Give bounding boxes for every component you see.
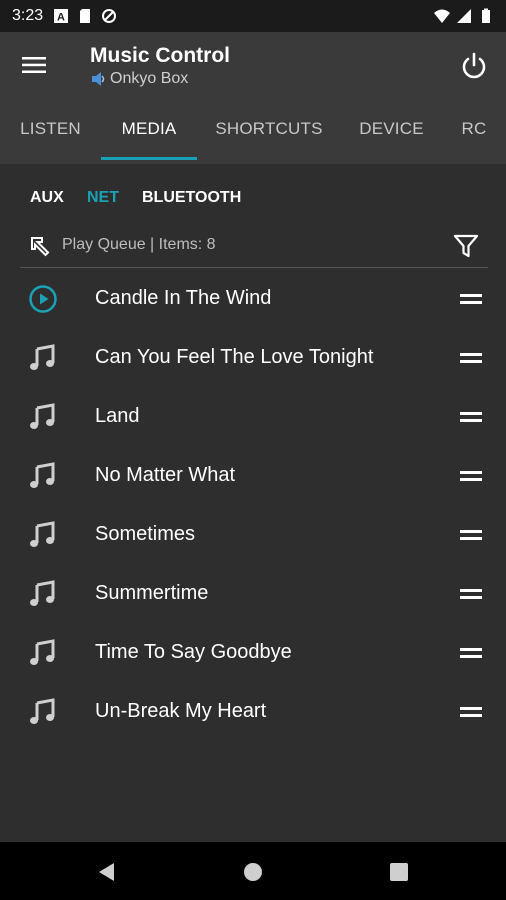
drag-handle[interactable] [460,351,484,365]
track-title: Time To Say Goodbye [95,641,292,663]
arrow-up-left-icon[interactable] [28,234,52,258]
nav-home-button[interactable] [241,860,265,884]
tab-device[interactable]: DEVICE [345,98,438,164]
drag-handle[interactable] [460,705,484,719]
battery-icon [482,8,490,23]
track-row[interactable]: Un-Break My Heart [0,683,506,742]
track-title: Un-Break My Heart [95,700,267,722]
tab-media[interactable]: MEDIA [101,98,197,164]
music-note-icon [30,403,55,429]
system-nav-bar [0,842,506,900]
input-net[interactable]: NET [87,178,119,218]
filter-icon[interactable] [452,232,480,260]
track-row[interactable]: Summertime [0,565,506,624]
music-note-icon [30,580,55,606]
track-title: Can You Feel The Love Tonight [95,346,374,368]
music-note-icon [30,698,55,724]
queue-header: Play Queue | Items: 8 [20,224,488,268]
app-bar: Music Control Onkyo Box [0,32,506,98]
tab-bar: LISTEN MEDIA SHORTCUTS DEVICE RC [0,98,506,164]
track-row[interactable]: Land [0,388,506,447]
drag-handle[interactable] [460,292,484,306]
drag-handle[interactable] [460,528,484,542]
back-icon [99,863,114,881]
drag-handle[interactable] [460,646,484,660]
menu-button[interactable] [16,49,52,81]
svg-text:A: A [57,12,65,24]
nav-recents-button[interactable] [387,860,411,884]
device-name: Onkyo Box [110,70,189,87]
play-circle-icon [29,285,57,313]
track-row[interactable]: No Matter What [0,447,506,506]
tab-listen[interactable]: LISTEN [0,98,101,164]
track-list: Candle In The Wind Can You Feel The Love… [0,270,506,742]
track-title: Candle In The Wind [95,287,272,309]
track-title: No Matter What [95,464,236,486]
sync-blocked-icon [102,9,117,23]
tab-rc[interactable]: RC [452,98,496,164]
app-title: Music Control [90,44,230,67]
input-bluetooth[interactable]: BLUETOOTH [142,178,241,218]
nav-back-button[interactable] [94,860,118,884]
music-note-icon [30,521,55,547]
music-note-icon [30,344,55,370]
track-title: Sometimes [95,523,196,545]
music-note-icon [30,639,55,665]
track-title: Summertime [95,582,209,604]
wifi-icon [434,9,450,23]
power-button[interactable] [456,48,492,84]
track-row[interactable]: Sometimes [0,506,506,565]
input-aux[interactable]: AUX [30,178,64,218]
home-icon [244,863,262,881]
queue-label: Play Queue | Items: 8 [62,236,216,253]
status-bar: 3:23 A [0,0,506,32]
tab-indicator [101,157,197,160]
sd-card-icon [80,9,91,23]
track-row[interactable]: Candle In The Wind [0,270,506,329]
track-row[interactable]: Time To Say Goodbye [0,624,506,683]
track-title: Land [95,405,140,427]
tab-shortcuts[interactable]: SHORTCUTS [205,98,333,164]
status-time: 3:23 [12,7,44,24]
drag-handle[interactable] [460,587,484,601]
recents-icon [390,863,408,881]
hamburger-icon [22,57,46,73]
drag-handle[interactable] [460,469,484,483]
power-icon [462,52,486,79]
signal-icon [457,9,471,23]
drag-handle[interactable] [460,410,484,424]
a-icon: A [54,9,69,24]
track-row[interactable]: Can You Feel The Love Tonight [0,329,506,388]
speaker-icon [92,72,105,86]
music-note-icon [30,462,55,488]
